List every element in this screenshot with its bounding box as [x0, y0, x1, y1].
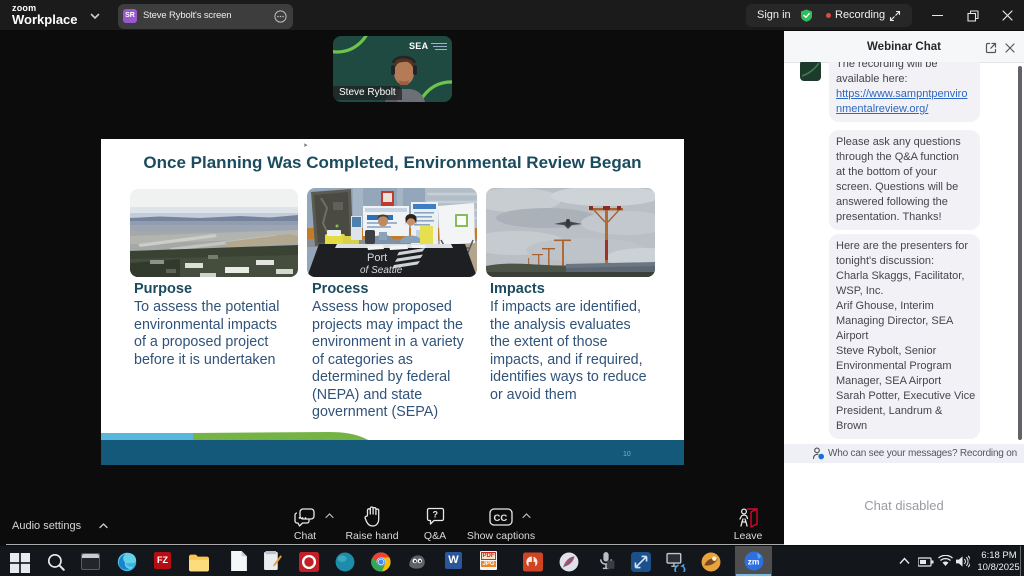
svg-text:zm: zm — [748, 557, 760, 567]
svg-text:?: ? — [433, 510, 439, 520]
svg-text:10: 10 — [623, 451, 631, 458]
svg-text:CC: CC — [494, 513, 508, 524]
svg-text:Port: Port — [367, 252, 387, 264]
